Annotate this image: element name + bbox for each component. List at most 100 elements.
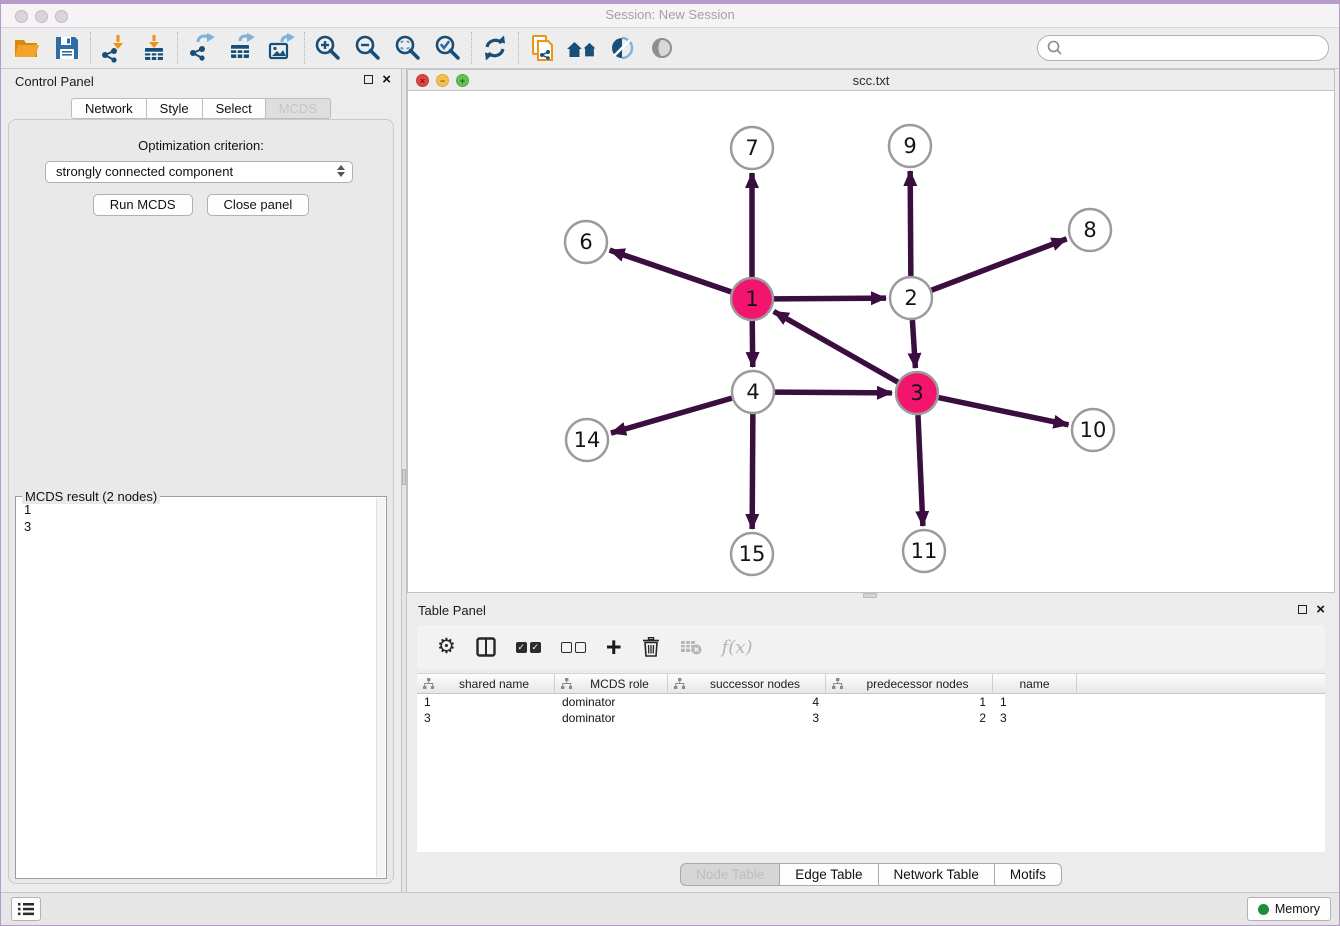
tab-mcds[interactable]: MCDS	[265, 98, 331, 119]
network-canvas[interactable]: 7 9 6 8 1 2 4 3 14 10 15 11	[408, 91, 1334, 592]
node-4[interactable]: 4	[732, 371, 774, 413]
home-icon[interactable]	[562, 31, 602, 65]
table-cell[interactable]: 1	[826, 694, 993, 710]
node-8[interactable]: 8	[1069, 209, 1111, 251]
edge-2-9[interactable]	[910, 171, 911, 276]
float-panel-icon[interactable]	[1298, 605, 1307, 614]
delete-column-trash-icon[interactable]	[642, 634, 660, 660]
table-options-gear-icon[interactable]: ⚙	[437, 634, 456, 660]
node-15[interactable]: 15	[731, 533, 773, 575]
table-cell[interactable]: 2	[826, 710, 993, 726]
edge-2-8[interactable]	[932, 239, 1067, 290]
edge-4-15[interactable]	[752, 414, 753, 529]
tab-motifs[interactable]: Motifs	[994, 863, 1062, 886]
hierarchy-icon	[561, 678, 572, 689]
zoom-in-icon[interactable]	[308, 31, 348, 65]
svg-text:7: 7	[745, 136, 758, 160]
node-9[interactable]: 9	[889, 125, 931, 167]
show-columns-icon[interactable]	[476, 634, 496, 660]
deselect-all-icon[interactable]	[561, 634, 586, 660]
node-6[interactable]: 6	[565, 221, 607, 263]
close-panel-icon[interactable]: ×	[382, 74, 391, 85]
memory-button[interactable]: Memory	[1247, 897, 1331, 921]
column-header-shared-name[interactable]: shared name	[417, 674, 555, 693]
export-image-icon[interactable]	[261, 31, 301, 65]
toolbar-separator	[518, 32, 519, 64]
table-cell[interactable]: 1	[993, 694, 1077, 710]
tab-node-table[interactable]: Node Table	[680, 863, 779, 886]
column-header-successor-nodes[interactable]: successor nodes	[668, 674, 826, 693]
table-cell[interactable]: 3	[668, 710, 826, 726]
clone-network-icon[interactable]	[522, 31, 562, 65]
criterion-select[interactable]: strongly connected component	[45, 161, 353, 183]
zoom-out-icon[interactable]	[348, 31, 388, 65]
save-session-icon[interactable]	[47, 31, 87, 65]
tab-edge-table[interactable]: Edge Table	[779, 863, 877, 886]
task-history-button[interactable]	[11, 897, 41, 921]
table-header-row: shared name MCDS rolesuccessor nodesprede…	[417, 674, 1325, 694]
run-mcds-button[interactable]: Run MCDS	[93, 194, 193, 216]
table-cell[interactable]: dominator	[555, 694, 668, 710]
table-cell[interactable]: 1	[417, 694, 555, 710]
tab-select[interactable]: Select	[202, 98, 265, 119]
tab-style[interactable]: Style	[146, 98, 202, 119]
svg-text:1: 1	[745, 287, 758, 311]
float-panel-icon[interactable]	[364, 75, 373, 84]
toolbar-separator	[90, 32, 91, 64]
column-header-name[interactable]: name	[993, 674, 1077, 693]
splitter-handle[interactable]	[863, 593, 877, 598]
svg-text:4: 4	[746, 380, 759, 404]
node-2[interactable]: 2	[890, 277, 932, 319]
node-10[interactable]: 10	[1072, 409, 1114, 451]
svg-text:14: 14	[574, 428, 601, 452]
tab-network-table[interactable]: Network Table	[878, 863, 994, 886]
column-header-mcds-role[interactable]: MCDS role	[555, 674, 668, 693]
window-accent-strip	[1, 1, 1339, 4]
search-input[interactable]	[1064, 38, 1328, 58]
table-cell[interactable]: 3	[417, 710, 555, 726]
scrollbar[interactable]	[376, 498, 385, 877]
open-session-icon[interactable]	[7, 31, 47, 65]
node-1[interactable]: 1	[731, 278, 773, 320]
splitter-handle[interactable]	[402, 469, 406, 485]
select-all-icon[interactable]: ✓✓	[516, 634, 541, 660]
export-table-icon[interactable]	[221, 31, 261, 65]
table-cell[interactable]: 4	[668, 694, 826, 710]
edge-3-1[interactable]	[774, 311, 898, 382]
edge-1-6[interactable]	[610, 250, 732, 292]
svg-text:10: 10	[1080, 418, 1107, 442]
edge-4-14[interactable]	[611, 398, 732, 433]
node-3[interactable]: 3	[896, 372, 938, 414]
toggle-graphics-details-icon[interactable]	[602, 31, 642, 65]
mcds-result-line: 3	[24, 518, 374, 535]
zoom-fit-icon[interactable]	[388, 31, 428, 65]
node-7[interactable]: 7	[731, 127, 773, 169]
import-table-icon[interactable]	[134, 31, 174, 65]
export-network-icon[interactable]	[181, 31, 221, 65]
apply-layout-icon[interactable]	[475, 31, 515, 65]
column-label: shared name	[434, 677, 554, 691]
hierarchy-icon	[674, 678, 685, 689]
svg-text:8: 8	[1083, 218, 1096, 242]
node-11[interactable]: 11	[903, 530, 945, 572]
search-field[interactable]	[1037, 35, 1329, 61]
eye-icon[interactable]	[642, 31, 682, 65]
column-label: MCDS role	[572, 677, 667, 691]
edge-4-3[interactable]	[775, 392, 892, 393]
edge-3-10[interactable]	[939, 398, 1069, 425]
zoom-selected-icon[interactable]	[428, 31, 468, 65]
import-network-icon[interactable]	[94, 31, 134, 65]
table-cell[interactable]: 3	[993, 710, 1077, 726]
node-14[interactable]: 14	[566, 419, 608, 461]
create-column-icon[interactable]: +	[606, 634, 622, 660]
close-panel-button[interactable]: Close panel	[207, 194, 310, 216]
column-header-predecessor-nodes[interactable]: predecessor nodes	[826, 674, 993, 693]
edge-3-11[interactable]	[918, 415, 923, 526]
edge-2-3[interactable]	[912, 320, 915, 368]
table-cell[interactable]: dominator	[555, 710, 668, 726]
close-panel-icon[interactable]: ×	[1316, 604, 1325, 615]
mcds-result-text[interactable]: 13	[16, 501, 374, 876]
tab-network[interactable]: Network	[71, 98, 146, 119]
edge-1-2[interactable]	[774, 298, 886, 299]
search-icon	[1046, 39, 1064, 57]
